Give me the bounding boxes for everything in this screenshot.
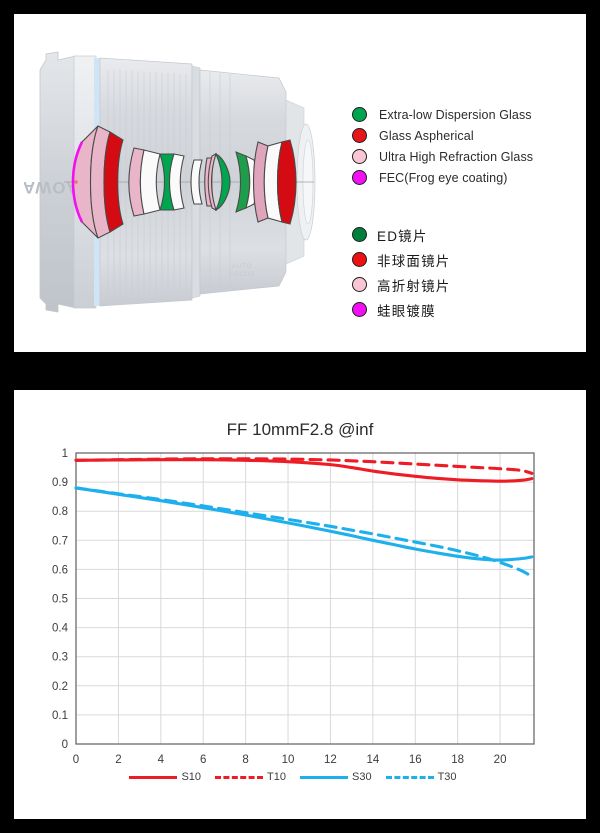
line-swatch-s10-icon — [129, 775, 178, 779]
y-axis-tick-label: 0.8 — [52, 506, 68, 518]
legend-label-fec-zh: 蛙眼镀膜 — [377, 303, 436, 319]
line-swatch-t30-icon — [385, 775, 434, 779]
chart-legend-label-t30: T30 — [437, 771, 457, 783]
pink-dot-icon — [352, 149, 367, 164]
x-axis-tick-label: 20 — [494, 754, 507, 766]
x-axis-tick-label: 2 — [115, 754, 121, 766]
y-axis-tick-label: 0.1 — [52, 710, 68, 722]
line-swatch-s30-icon — [300, 775, 348, 779]
red-dot-icon — [352, 252, 367, 267]
chart-legend-label-t10: T10 — [267, 771, 286, 783]
x-axis-tick-label: 4 — [158, 754, 165, 766]
chart-legend-item-t30: T30 — [385, 771, 471, 783]
x-axis-tick-label: 14 — [366, 754, 379, 766]
pink-dot-icon — [352, 277, 367, 292]
legend-item-ed-glass-zh: ED镜片 — [352, 222, 451, 247]
chart-series-t30 — [74, 486, 534, 579]
x-axis-tick-label: 16 — [409, 754, 422, 766]
y-axis-tick-label: 1 — [62, 448, 68, 460]
legend-item-fec-zh: 蛙眼镀膜 — [352, 297, 451, 322]
lens-cross-section-figure: LAOWA AUTO FOCUS — [24, 26, 344, 338]
legend-label-high-refraction-zh: 高折射镜片 — [377, 278, 451, 294]
x-axis-tick-label: 8 — [242, 754, 248, 766]
y-axis-tick-label: 0.5 — [52, 594, 68, 606]
legend-english: Extra-low Dispersion Glass Glass Aspheri… — [352, 104, 533, 188]
y-axis-tick-label: 0 — [62, 739, 68, 751]
chart-legend-item-s30: S30 — [300, 771, 386, 783]
legend-item-high-refraction: Ultra High Refraction Glass — [352, 146, 533, 167]
lens-element-16-red — [276, 139, 297, 225]
legend-chinese: ED镜片 非球面镜片 高折射镜片 蛙眼镀膜 — [352, 222, 451, 322]
x-axis-tick-label: 18 — [451, 754, 464, 766]
y-axis-tick-label: 0.9 — [52, 477, 68, 489]
legend-item-ed-glass: Extra-low Dispersion Glass — [352, 104, 533, 125]
chart-series-s30 — [74, 486, 534, 562]
af-text-2: FOCUS — [229, 271, 255, 278]
x-axis-tick-label: 10 — [282, 754, 295, 766]
red-dot-icon — [352, 128, 367, 143]
x-axis-tick-label: 0 — [73, 754, 79, 766]
magenta-dot-icon — [352, 302, 367, 317]
chart-legend: S10 T10 S30 T30 — [14, 771, 586, 783]
magenta-dot-icon — [352, 170, 367, 185]
chart-legend-item-s10: S10 — [129, 771, 215, 783]
green-dot-icon — [352, 227, 367, 242]
lens-diagram-panel: LAOWA AUTO FOCUS Extra-low Dispersion Gl… — [14, 14, 586, 352]
y-axis-tick-label: 0.3 — [52, 652, 68, 664]
x-axis-tick-label: 12 — [324, 754, 337, 766]
mtf-chart-panel: FF 10mmF2.8 @inf 0 0.1 0.2 0.3 0.4 0.5 0.6 0.7 0… — [14, 390, 586, 819]
legend-label-aspherical-zh: 非球面镜片 — [377, 253, 451, 269]
chart-legend-label-s30: S30 — [352, 771, 372, 783]
legend-item-high-refraction-zh: 高折射镜片 — [352, 272, 451, 297]
y-axis-tick-label: 0.6 — [52, 564, 68, 576]
x-axis-tick-label: 6 — [200, 754, 206, 766]
legend-item-aspherical: Glass Aspherical — [352, 125, 533, 146]
legend-label-ed-glass: Extra-low Dispersion Glass — [379, 107, 532, 122]
legend-label-high-refraction: Ultra High Refraction Glass — [379, 149, 534, 164]
chart-series-s10 — [74, 458, 534, 483]
chart-legend-label-s10: S10 — [181, 771, 202, 783]
af-text: AUTO — [232, 263, 252, 270]
green-dot-icon — [352, 107, 367, 122]
legend-label-aspherical: Glass Aspherical — [379, 128, 474, 143]
mtf-chart-plot: 00.10.20.30.40.50.60.70.80.910 2 4 6 8 10 12 14… — [52, 448, 535, 766]
line-swatch-t10-icon — [215, 775, 264, 779]
front-focus-marker — [74, 180, 78, 184]
legend-label-fec: FEC(Frog eye coating) — [379, 170, 508, 185]
y-axis-tick-label: 0.2 — [52, 681, 68, 693]
y-axis-tick-label: 0.4 — [52, 623, 69, 635]
y-axis-tick-label: 0.7 — [52, 535, 68, 547]
legend-item-fec: FEC(Frog eye coating) — [352, 167, 533, 188]
legend-item-aspherical-zh: 非球面镜片 — [352, 247, 451, 272]
legend-label-ed-glass-zh: ED镜片 — [377, 228, 428, 244]
chart-legend-item-t10: T10 — [215, 771, 300, 783]
